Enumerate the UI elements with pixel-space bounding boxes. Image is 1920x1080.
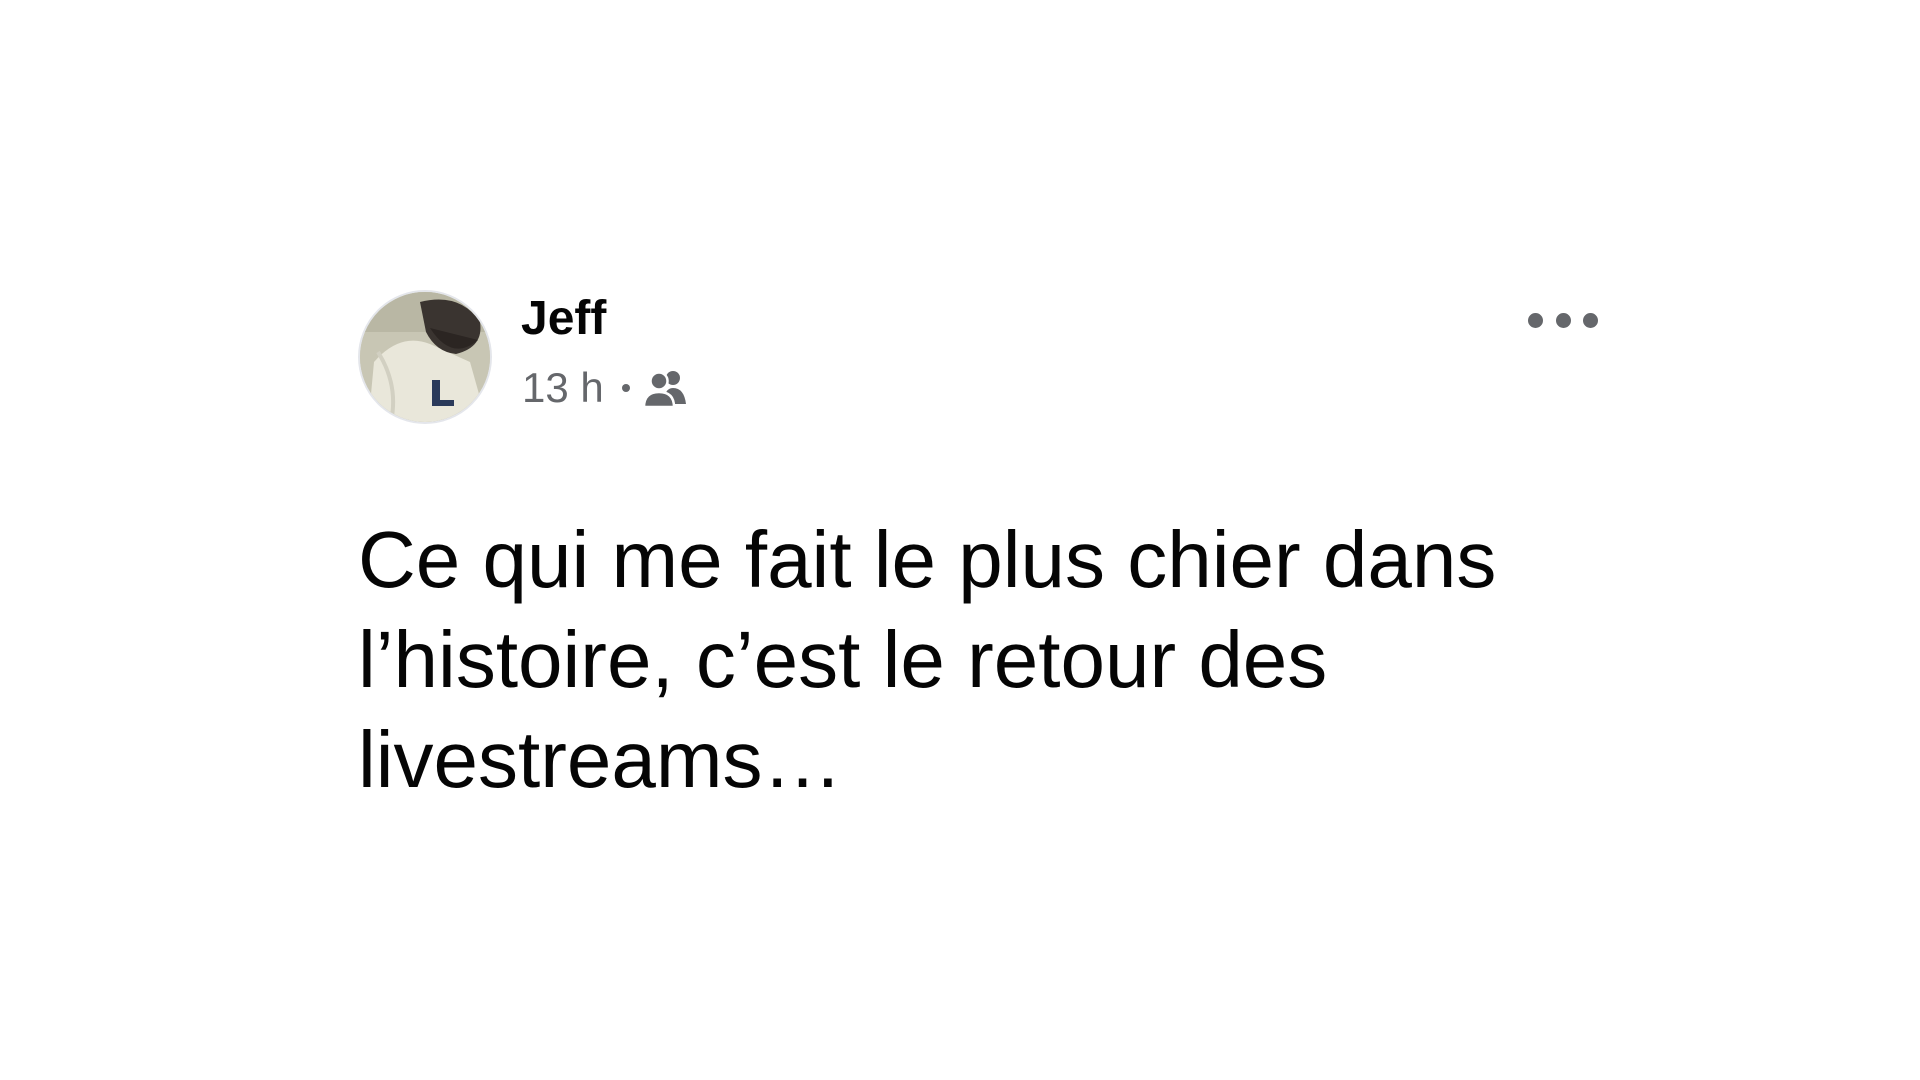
post-timestamp[interactable]: 13 h <box>522 364 604 412</box>
author-avatar[interactable] <box>358 290 492 424</box>
separator-dot <box>621 384 630 392</box>
more-dot-3 <box>1583 312 1598 328</box>
more-dot-1 <box>1528 312 1543 328</box>
friends-icon[interactable] <box>642 368 688 409</box>
post-card: Jeff 13 h Ce qui me fait le plus chier d… <box>358 290 1598 810</box>
post-meta: 13 h <box>522 362 688 414</box>
more-dot-2 <box>1555 312 1571 328</box>
more-options-icon[interactable] <box>1528 300 1598 340</box>
post-message: Ce qui me fait le plus chier dans l’hist… <box>358 515 1497 804</box>
author-name[interactable]: Jeff <box>521 290 606 348</box>
avatar-photo-icon <box>360 292 490 422</box>
